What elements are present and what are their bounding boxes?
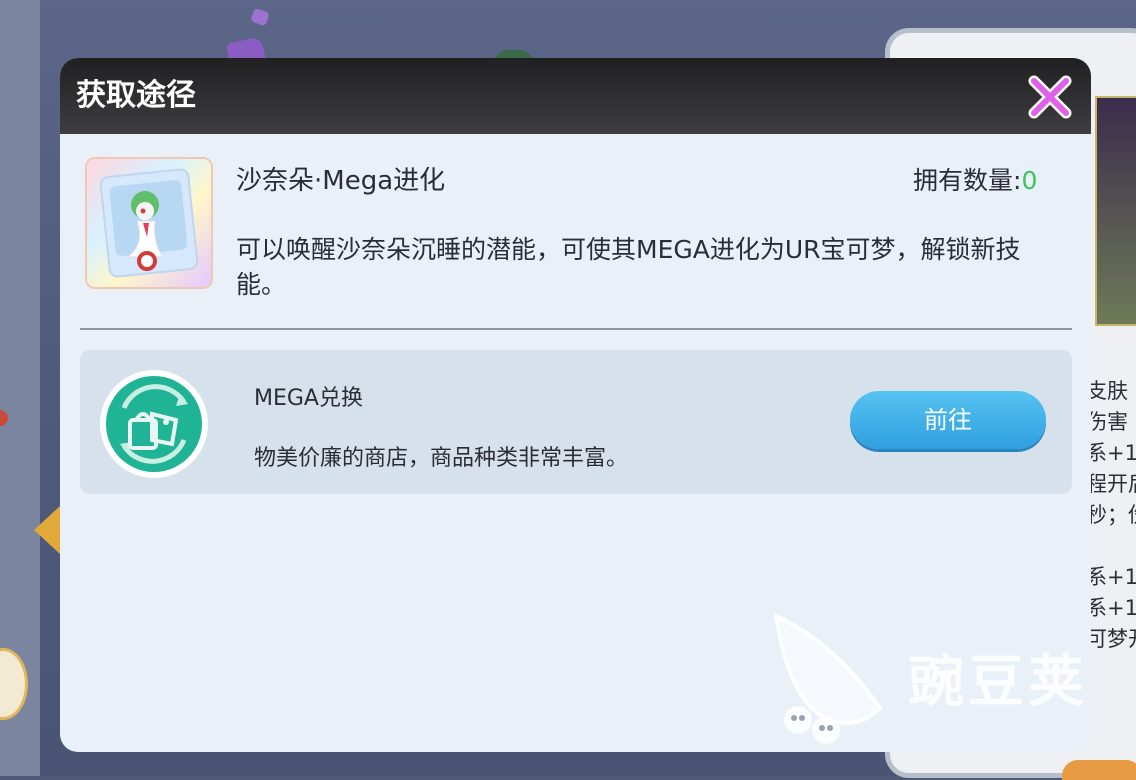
dialog-header: 获取途径 [60, 58, 1091, 134]
source-list-item: MEGA兑换 物美价廉的商店，商品种类非常丰富。 前往 [80, 350, 1072, 494]
dialog-title: 获取途径 [76, 78, 196, 113]
shop-bag-exchange-icon [100, 370, 208, 478]
item-name: 沙奈朵·Mega进化 [236, 166, 446, 196]
watermark: 豌豆荚 [764, 612, 1104, 752]
item-description: 可以唤醒沙奈朵沉睡的潜能，可使其MEGA进化为UR宝可梦，解锁新技能。 [236, 235, 1021, 299]
background-card-art [1095, 96, 1136, 326]
background-bottom-button [1062, 760, 1136, 780]
gardevoir-mega-card-icon [99, 168, 199, 278]
owned-count: 0 [1021, 166, 1038, 195]
goto-button[interactable]: 前往 [850, 391, 1046, 449]
source-description: 物美价廉的商店，商品种类非常丰富。 [254, 446, 629, 471]
pea-pod-logo-icon [773, 612, 883, 744]
owned-label: 拥有数量: [913, 166, 1022, 195]
divider [80, 328, 1072, 330]
owned-quantity: 拥有数量:0 [913, 164, 1037, 198]
item-card-icon [87, 159, 211, 287]
background-left-arrow-icon [34, 506, 60, 554]
source-icon-wrapper [96, 368, 212, 480]
source-name: MEGA兑换 [254, 386, 363, 411]
close-x-icon [1028, 75, 1072, 119]
close-button[interactable] [1028, 75, 1072, 119]
watermark-text: 豌豆荚 [908, 650, 1088, 715]
